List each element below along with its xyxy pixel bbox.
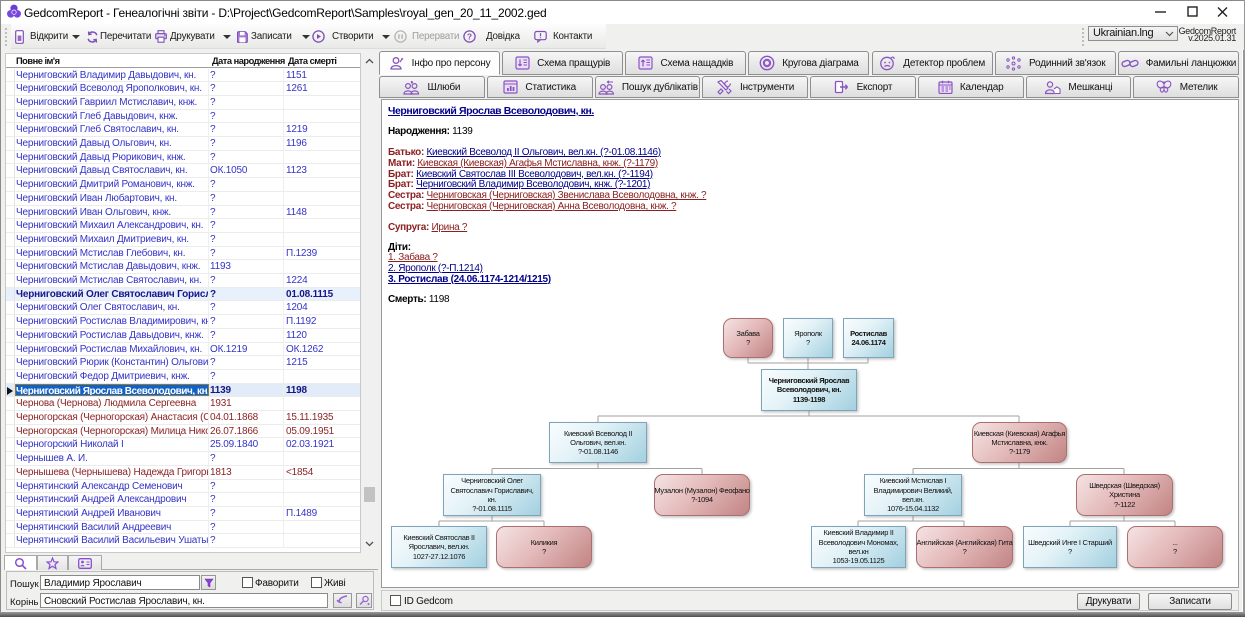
svg-text:?: ? (467, 32, 472, 42)
